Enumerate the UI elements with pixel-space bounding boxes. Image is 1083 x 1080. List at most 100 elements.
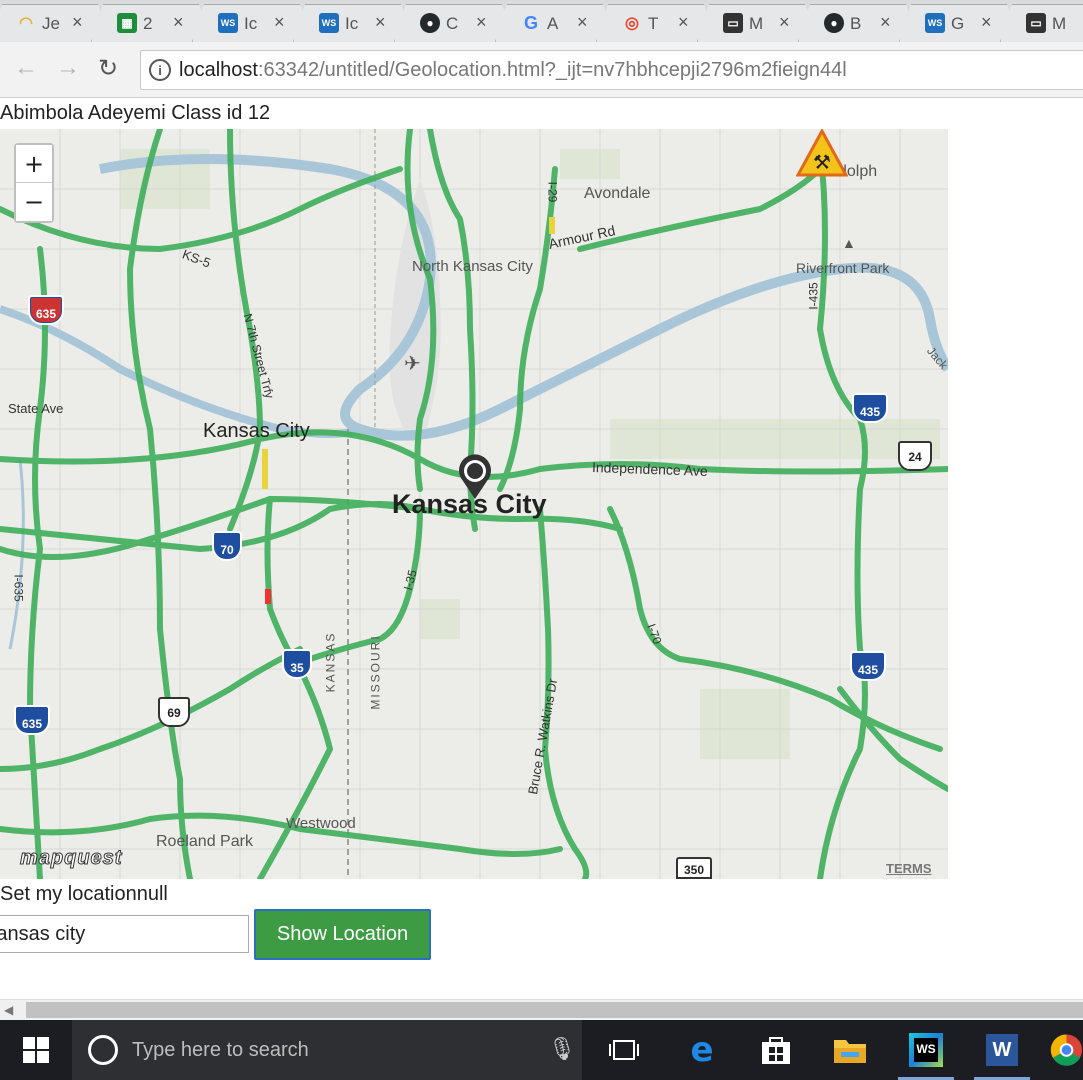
close-icon[interactable]: × <box>173 12 184 33</box>
chrome-icon[interactable] <box>1050 1030 1083 1070</box>
tab-10[interactable]: ▭ M <box>1000 4 1083 42</box>
tab-title: Je <box>42 14 60 33</box>
classroom-favicon-icon: ▭ <box>1026 13 1046 33</box>
map-label: Armour Rd <box>547 222 617 252</box>
tab-title: Ic <box>345 14 359 33</box>
tab-title: Ic <box>244 14 258 33</box>
reload-icon[interactable]: ↻ <box>98 54 118 83</box>
sheets-favicon-icon: ▦ <box>117 13 137 33</box>
map-label: Kansas City <box>203 420 310 442</box>
us-route-shield: 24 <box>898 441 932 471</box>
browser-toolbar: ← → ↻ i localhost:63342/untitled/Geoloca… <box>0 42 1083 98</box>
webstorm-favicon-icon: WS <box>218 13 238 33</box>
map-label: Independence Ave <box>591 458 708 480</box>
location-marker-icon[interactable] <box>455 451 495 501</box>
taskbar-search[interactable]: Type here to search 🎙 <box>72 1020 582 1080</box>
taskbar: Type here to search 🎙 e WS W <box>0 1020 1083 1080</box>
map-label: Jack <box>924 344 948 372</box>
store-icon[interactable] <box>756 1030 796 1070</box>
forward-arrow-icon[interactable]: → <box>56 54 80 82</box>
close-icon[interactable]: × <box>375 12 386 33</box>
us-route-shield: 350 <box>676 857 712 879</box>
map-label: Avondale <box>584 185 651 202</box>
close-icon[interactable]: × <box>577 12 588 33</box>
close-icon[interactable]: × <box>880 12 891 33</box>
back-arrow-icon[interactable]: ← <box>14 54 38 82</box>
map-labels: Avondale dolph North Kansas City Armour … <box>0 129 948 879</box>
microphone-icon[interactable]: 🎙 <box>548 1036 576 1062</box>
horizontal-scrollbar[interactable]: ◀ <box>0 999 1083 1020</box>
chrome-ext-favicon-icon: ◎ <box>625 15 639 32</box>
mapquest-logo[interactable]: mapquest <box>19 847 122 870</box>
map-label: Bruce R. Watkins Dr <box>525 677 561 796</box>
map-label: Roeland Park <box>156 833 253 850</box>
interstate-shield: 435 <box>850 651 886 681</box>
tab-title: T <box>648 14 659 33</box>
tab-title: C <box>446 14 459 33</box>
interstate-shield: 635 <box>28 295 64 325</box>
webstorm-icon[interactable]: WS <box>906 1030 946 1070</box>
map-label: N 7th Street Trfy <box>240 311 277 401</box>
close-icon[interactable]: × <box>72 12 83 33</box>
github-favicon-icon: ● <box>420 13 440 33</box>
page-content: Abimbola Adeyemi Class id 12 Avondale do… <box>0 99 1083 999</box>
google-favicon-icon: G <box>523 12 538 33</box>
interstate-shield: 435 <box>852 393 888 423</box>
tab-title: A <box>547 14 559 33</box>
word-icon[interactable]: W <box>982 1030 1022 1070</box>
us-route-shield: 69 <box>158 697 190 727</box>
webstorm-favicon-icon: WS <box>319 13 339 33</box>
classroom-favicon-icon: ▭ <box>723 13 743 33</box>
map-label: I-70 <box>644 621 665 647</box>
map-label: KANSAS <box>323 631 338 693</box>
zoom-out-button[interactable]: − <box>16 183 52 221</box>
search-placeholder[interactable]: Type here to search <box>132 1039 309 1062</box>
map-label: I-29 <box>545 181 560 203</box>
tab-title: M <box>1052 14 1067 33</box>
construction-warning-icon[interactable]: ⚒ <box>795 129 849 179</box>
zoom-in-button[interactable]: + <box>16 145 52 183</box>
scroll-left-arrow-icon[interactable]: ◀ <box>4 1003 13 1017</box>
file-explorer-icon[interactable] <box>830 1030 870 1070</box>
map-label: Westwood <box>286 815 356 832</box>
github-favicon-icon: ● <box>824 13 844 33</box>
terms-link[interactable]: TERMS <box>886 861 932 876</box>
tab-strip: ◠ Je × ▦ 2 × WS Ic × WS Ic × ● C × G A ×… <box>0 0 1083 42</box>
park-tree-icon: ▲ <box>842 235 856 251</box>
interstate-shield: 70 <box>212 531 242 561</box>
interstate-shield: 635 <box>14 705 50 735</box>
map-label: North Kansas City <box>412 258 533 275</box>
windows-start-button[interactable] <box>0 1020 72 1080</box>
map-label: Riverfront Park <box>796 260 890 276</box>
edge-icon[interactable]: e <box>682 1030 722 1070</box>
map-label: State Ave <box>8 401 64 416</box>
close-icon[interactable]: × <box>779 12 790 33</box>
close-icon[interactable]: × <box>981 12 992 33</box>
map-label: I-435 <box>806 282 821 310</box>
tab-title: B <box>850 14 862 33</box>
tab-title: G <box>951 14 965 33</box>
close-icon[interactable]: × <box>476 12 487 33</box>
show-location-button[interactable]: Show Location <box>254 909 431 960</box>
location-status: Set my locationnull <box>0 883 168 905</box>
zoom-control: + − <box>14 143 54 223</box>
location-input[interactable] <box>0 915 249 953</box>
tab-title: 2 <box>143 14 153 33</box>
interstate-shield: 35 <box>282 649 312 679</box>
tab-title: M <box>749 14 764 33</box>
scrollbar-thumb[interactable] <box>26 1002 1083 1018</box>
close-icon[interactable]: × <box>678 12 689 33</box>
page-heading: Abimbola Adeyemi Class id 12 <box>0 102 271 124</box>
cortana-icon[interactable] <box>88 1035 118 1065</box>
map-label: I-635 <box>11 574 26 602</box>
windows-logo-icon <box>23 1037 49 1063</box>
task-view-icon[interactable] <box>604 1030 644 1070</box>
map-label: KS-5 <box>180 246 213 271</box>
url-text[interactable]: localhost:63342/untitled/Geolocation.htm… <box>179 59 847 82</box>
svg-text:⚒: ⚒ <box>813 150 831 174</box>
close-icon[interactable]: × <box>274 12 285 33</box>
map-container[interactable]: Avondale dolph North Kansas City Armour … <box>0 129 948 879</box>
info-icon[interactable]: i <box>149 59 171 81</box>
address-bar[interactable]: i localhost:63342/untitled/Geolocation.h… <box>140 50 1083 90</box>
map-label: MISSOURI <box>368 634 383 710</box>
